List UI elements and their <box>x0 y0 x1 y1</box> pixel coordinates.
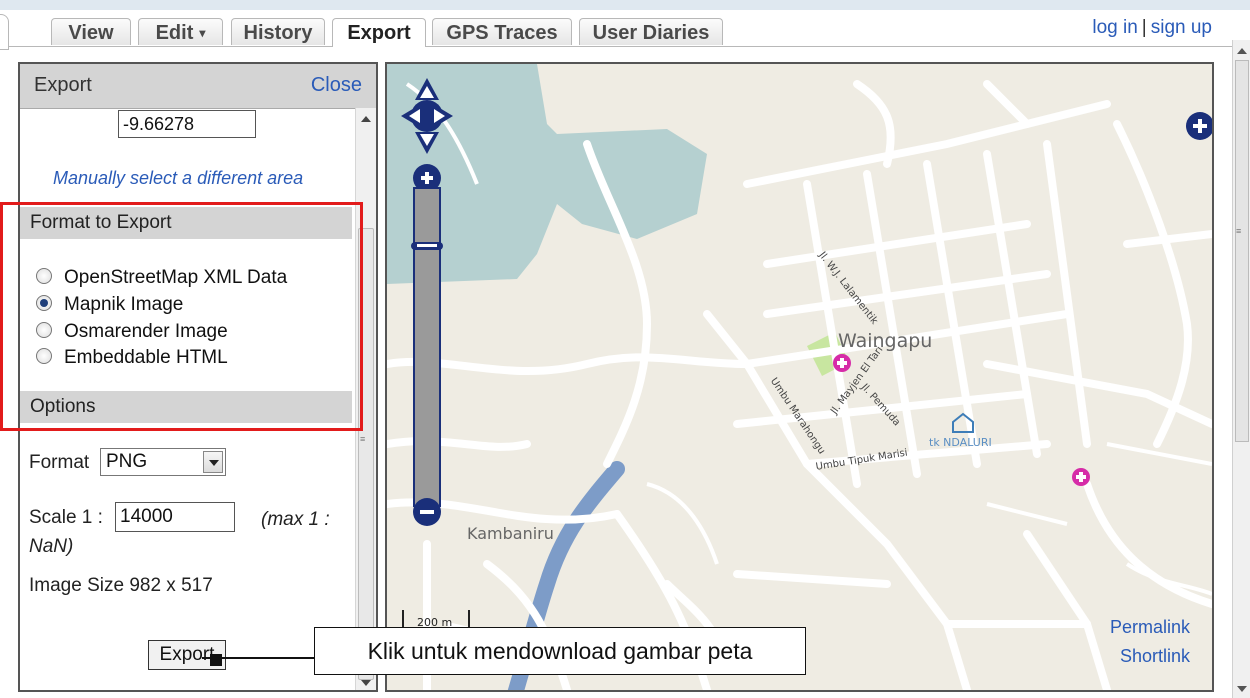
page-scrollbar-thumb[interactable] <box>1235 60 1249 442</box>
tab-export[interactable]: Export <box>332 18 426 47</box>
format-label: Format <box>29 452 90 473</box>
scale-input[interactable]: 14000 <box>115 502 235 532</box>
manual-select-area-link[interactable]: Manually select a different area <box>53 168 303 189</box>
map-view[interactable]: Waingapu Kambaniru Jl. W.J. Lalamentik J… <box>385 62 1214 692</box>
close-link[interactable]: Close <box>311 74 362 97</box>
callout-pointer-line <box>202 657 314 659</box>
hospital-icon <box>833 354 851 372</box>
format-select-value: PNG <box>106 451 148 472</box>
tab-user-diaries[interactable]: User Diaries <box>579 18 723 45</box>
tab-view[interactable]: View <box>51 18 131 45</box>
map-label-town: Waingapu <box>838 330 933 352</box>
sidebar-header: Export Close <box>20 64 376 109</box>
format-select[interactable]: PNG <box>100 448 226 476</box>
browser-top-strip <box>0 0 1250 10</box>
scroll-up-icon[interactable] <box>361 116 371 122</box>
latitude-input[interactable]: -9.66278 <box>118 110 256 138</box>
tab-edit[interactable]: Edit ▾ <box>138 18 223 45</box>
image-size-text: Image Size 982 x 517 <box>29 575 213 596</box>
max-scale-label: (max 1 : <box>261 509 330 530</box>
grip-icon: ≡ <box>360 434 366 444</box>
map-canvas[interactable] <box>387 64 1212 690</box>
sidebar-title: Export <box>34 74 92 96</box>
grip-icon: ≡ <box>1236 226 1242 236</box>
map-label-district: Kambaniru <box>467 524 554 543</box>
max-scale-value: NaN) <box>29 536 74 557</box>
user-links-separator: | <box>1141 17 1147 38</box>
shortlink-link[interactable]: Shortlink <box>1120 646 1190 667</box>
format-highlight-frame <box>0 202 363 431</box>
layer-switcher-icon[interactable] <box>1186 112 1212 140</box>
permalink-link[interactable]: Permalink <box>1110 617 1190 638</box>
chevron-down-icon[interactable] <box>203 451 223 473</box>
map-label-poi: tk NDALURI <box>929 436 992 449</box>
signup-link[interactable]: sign up <box>1151 17 1212 38</box>
login-link[interactable]: log in <box>1092 17 1137 38</box>
chevron-down-icon: ▾ <box>199 26 206 40</box>
tab-bar-edge <box>0 14 9 50</box>
zoom-slider[interactable] <box>411 164 443 526</box>
scale-label: Scale 1 : <box>29 507 103 528</box>
annotation-callout: Klik untuk mendownload gambar peta <box>314 627 806 675</box>
scroll-up-icon[interactable] <box>1237 48 1247 54</box>
tab-gps-traces[interactable]: GPS Traces <box>432 18 572 45</box>
scroll-down-icon[interactable] <box>361 680 371 686</box>
tab-history[interactable]: History <box>231 18 325 45</box>
scroll-down-icon[interactable] <box>1237 686 1247 692</box>
page-scrollbar[interactable]: ≡ <box>1232 40 1250 698</box>
user-links: log in | sign up <box>1092 17 1212 39</box>
cursor-icon <box>210 654 222 666</box>
hospital-icon <box>1072 468 1090 486</box>
